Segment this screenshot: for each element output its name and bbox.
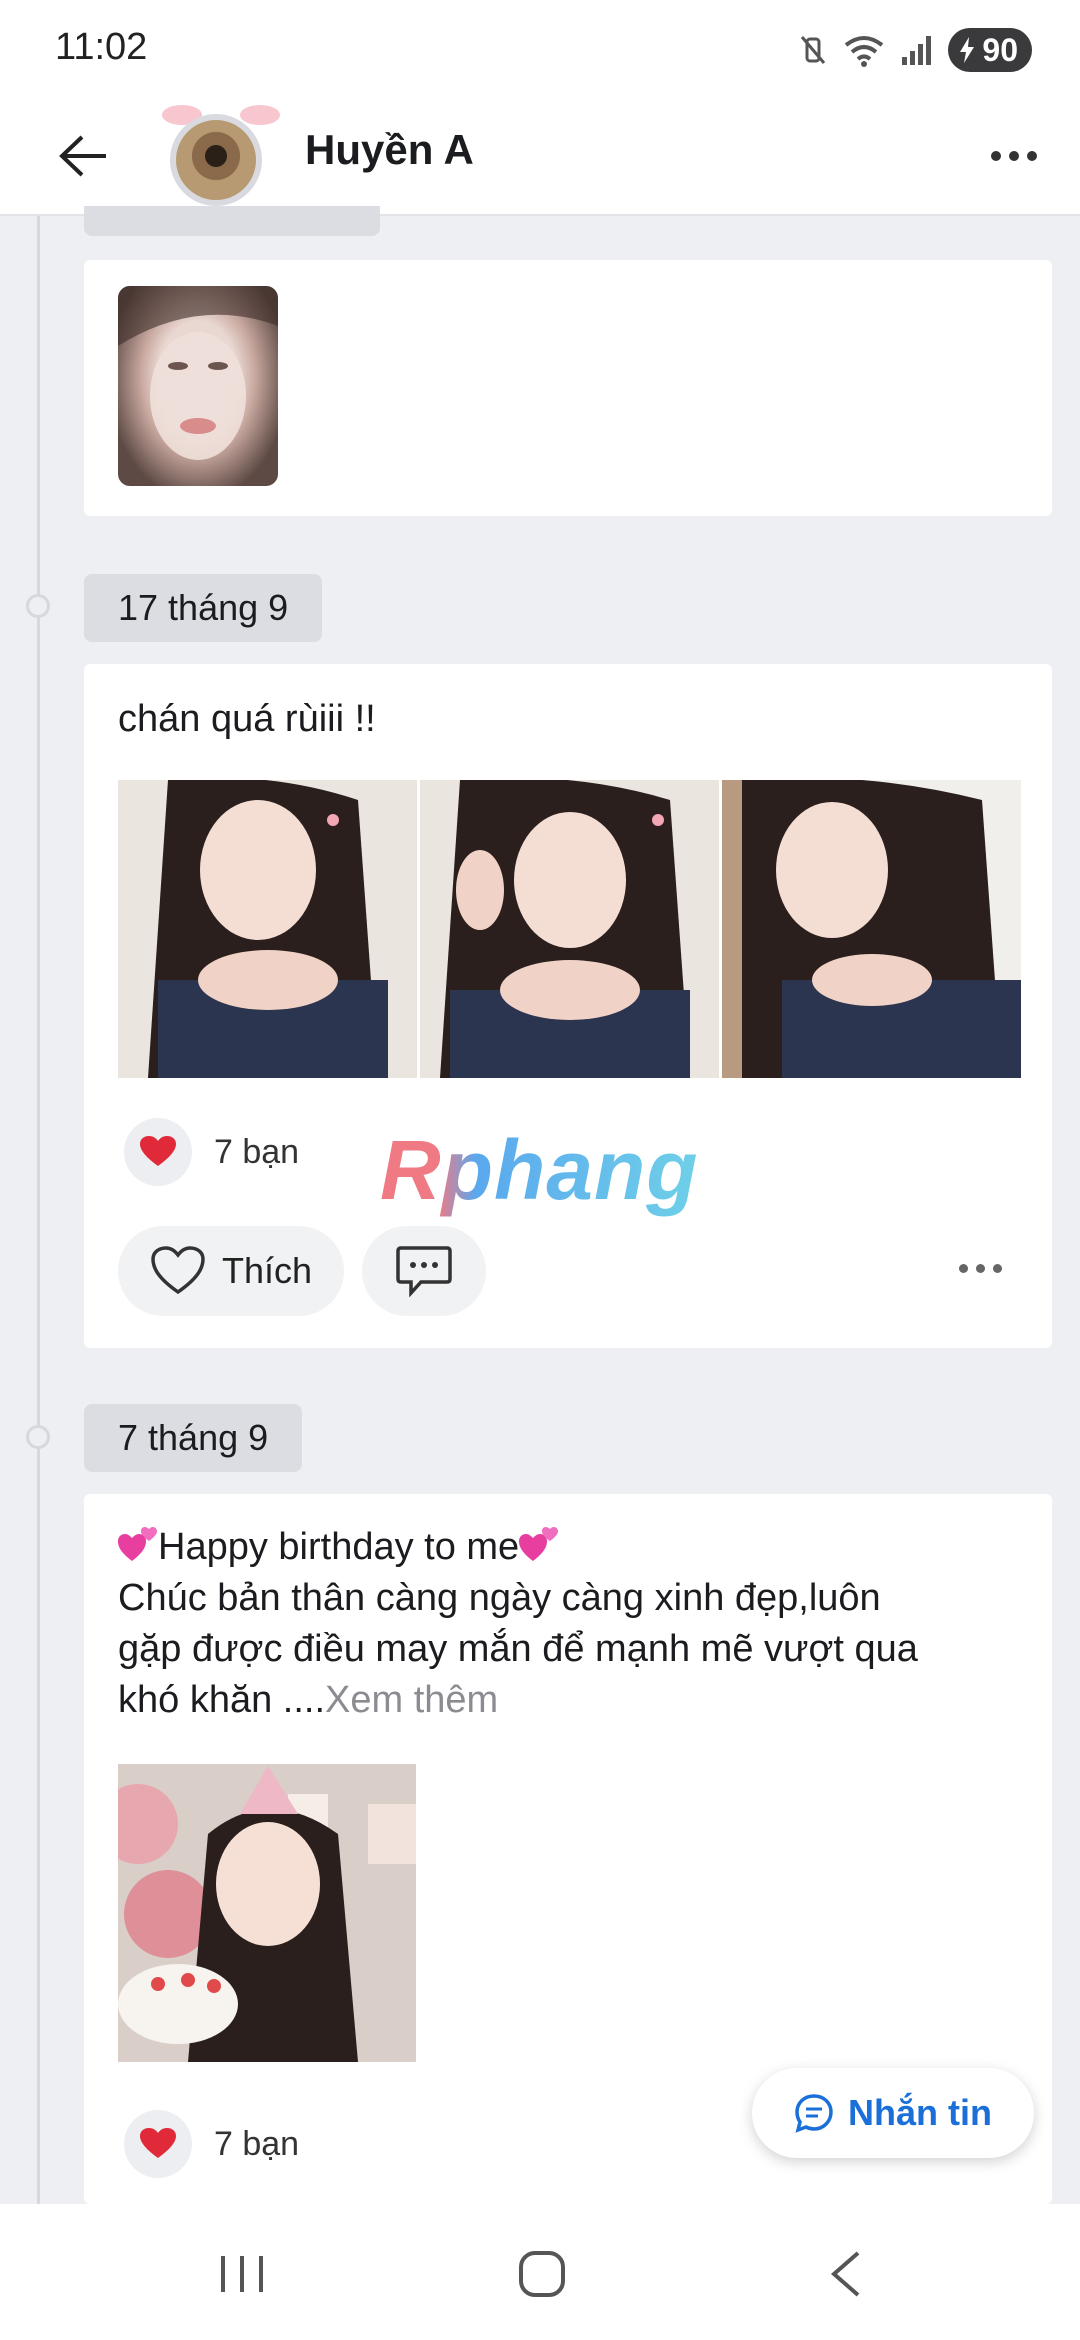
post-text: chán quá rùiii !! bbox=[118, 698, 376, 740]
post-photo[interactable] bbox=[118, 780, 417, 1078]
post-text-title: Happy birthday to me bbox=[158, 1526, 520, 1568]
post-text-line: Happy birthday to me bbox=[118, 1522, 918, 1573]
closeup-face-image bbox=[118, 286, 278, 460]
selfie-1-image bbox=[118, 780, 417, 1078]
comment-button[interactable] bbox=[362, 1226, 486, 1316]
battery-indicator: 90 bbox=[948, 28, 1032, 72]
message-button[interactable]: Nhắn tin bbox=[752, 2068, 1034, 2158]
heart-badge bbox=[124, 2110, 192, 2178]
date-chip: 7 tháng 9 bbox=[84, 1404, 303, 1472]
post-text-line: khó khăn ....Xem thêm bbox=[118, 1675, 918, 1726]
post-photo[interactable] bbox=[118, 286, 278, 486]
charging-bolt-icon bbox=[960, 37, 975, 63]
like-count: 7 bạn bbox=[214, 1132, 300, 1171]
status-time: 11:02 bbox=[55, 26, 148, 68]
selfie-2-image bbox=[420, 780, 719, 1078]
recent-apps-button[interactable] bbox=[212, 2244, 272, 2304]
post-photo[interactable] bbox=[118, 1764, 416, 2062]
post-card: chán quá rùiii !! 7 bạn Thích bbox=[84, 664, 1052, 1348]
recent-apps-icon bbox=[221, 2256, 263, 2292]
like-button-label: Thích bbox=[221, 1250, 313, 1291]
date-chip: 17 tháng 9 bbox=[84, 574, 323, 642]
profile-name: Huyền A bbox=[305, 126, 474, 173]
heart-outline-icon bbox=[151, 1246, 205, 1295]
more-dot-icon bbox=[993, 1264, 1002, 1273]
post-text-line: gặp được điều may mắn để mạnh mẽ vượt qu… bbox=[118, 1628, 918, 1670]
avatar-button[interactable] bbox=[162, 100, 280, 210]
post-text-line: Chúc bản thân càng ngày càng xinh đẹp,lu… bbox=[118, 1577, 881, 1619]
post-text-tail: khó khăn .... bbox=[118, 1679, 326, 1721]
two-hearts-emoji-icon bbox=[118, 1527, 157, 1561]
see-more-link[interactable]: Xem thêm bbox=[325, 1679, 498, 1721]
profile-header: Huyền A bbox=[0, 96, 1080, 216]
home-button[interactable] bbox=[512, 2244, 572, 2304]
likes-summary[interactable]: 7 bạn bbox=[124, 2110, 299, 2178]
watermark: Rphang bbox=[380, 1123, 699, 1217]
chevron-left-icon bbox=[830, 2251, 860, 2297]
post-photo[interactable] bbox=[420, 780, 719, 1078]
post-text: Happy birthday to me Chúc bản thân càng … bbox=[118, 1522, 918, 1726]
chat-bubble-icon bbox=[795, 2094, 833, 2133]
status-bar: 11:02 90 bbox=[0, 0, 1080, 96]
timeline-line bbox=[37, 216, 40, 2216]
back-button[interactable] bbox=[48, 120, 120, 192]
signal-icon bbox=[902, 36, 932, 65]
message-button-label: Nhắn tin bbox=[848, 2092, 992, 2133]
wifi-icon bbox=[845, 36, 884, 67]
more-dot-icon bbox=[1027, 151, 1037, 161]
timeline-dot bbox=[26, 1425, 50, 1449]
status-icons: 90 bbox=[798, 26, 1032, 74]
arrow-left-icon bbox=[59, 135, 106, 177]
timeline-dot bbox=[26, 594, 50, 618]
more-dot-icon bbox=[1009, 151, 1019, 161]
likes-summary[interactable]: 7 bạn bbox=[124, 1118, 299, 1186]
system-back-button[interactable] bbox=[816, 2244, 876, 2304]
like-button[interactable]: Thích bbox=[118, 1226, 344, 1316]
system-nav-bar bbox=[0, 2204, 1080, 2340]
more-dot-icon bbox=[959, 1264, 968, 1273]
selfie-3-image bbox=[722, 780, 1021, 1078]
date-chip-partial bbox=[84, 206, 380, 236]
like-count: 7 bạn bbox=[214, 2124, 300, 2163]
right-wing-decoration-icon bbox=[240, 105, 280, 125]
heart-filled-icon bbox=[140, 1136, 176, 1166]
home-icon bbox=[519, 2251, 565, 2297]
more-dot-icon bbox=[991, 151, 1001, 161]
post-more-button[interactable] bbox=[959, 1264, 1002, 1273]
post-card bbox=[84, 260, 1052, 516]
avatar bbox=[170, 114, 262, 206]
comment-icon bbox=[396, 1246, 452, 1297]
battery-level: 90 bbox=[982, 31, 1018, 68]
heart-badge bbox=[124, 1118, 192, 1186]
two-hearts-emoji-icon bbox=[519, 1527, 559, 1561]
heart-filled-icon bbox=[140, 2128, 176, 2158]
birthday-photo-image bbox=[118, 1764, 416, 2062]
mute-vibrate-icon bbox=[801, 36, 826, 64]
post-photo[interactable] bbox=[722, 780, 1021, 1078]
header-more-button[interactable] bbox=[978, 126, 1050, 186]
more-dot-icon bbox=[976, 1264, 985, 1273]
